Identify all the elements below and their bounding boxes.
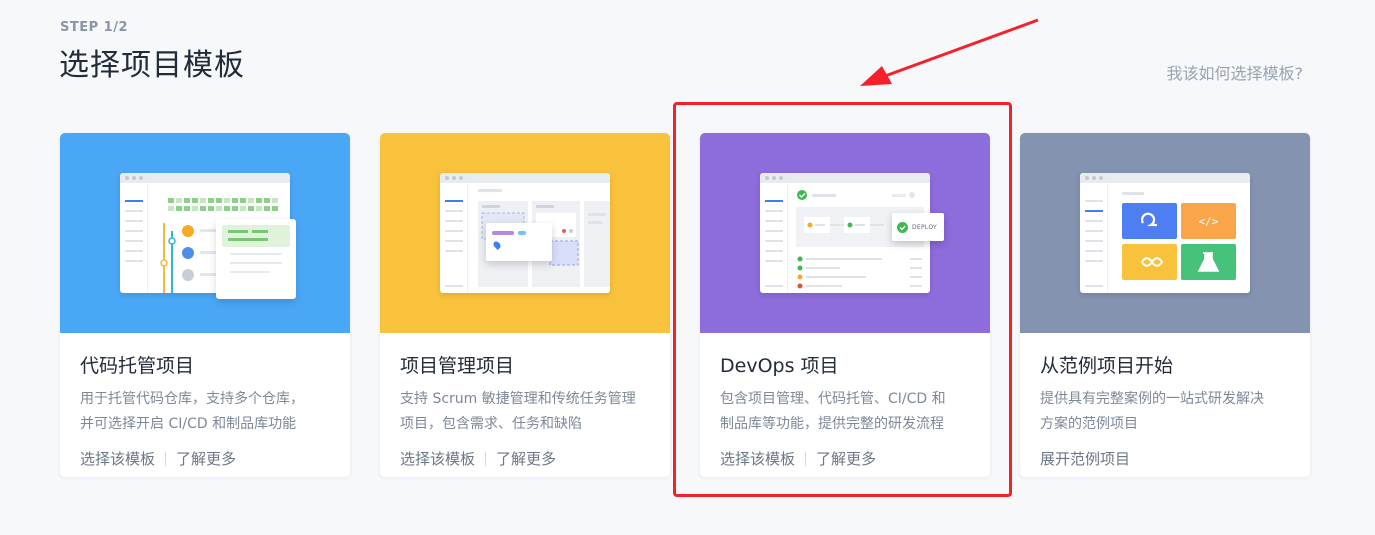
learn-more-link[interactable]: 了解更多 (496, 448, 556, 469)
card-banner-illustration (380, 133, 670, 333)
divider (485, 451, 487, 466)
select-template-button[interactable]: 选择该模板 (80, 448, 155, 469)
card-description: 用于托管代码仓库，支持多个仓库， 并可选择开启 CI/CD 和制品库功能 (80, 391, 304, 432)
svg-text:</>: </> (1199, 215, 1219, 228)
card-title: 从范例项目开始 (1040, 355, 1174, 377)
learn-more-link[interactable]: 了解更多 (816, 448, 876, 469)
page-title: 选择项目模板 (59, 48, 245, 83)
template-card-code-hosting[interactable]: 代码托管项目 用于托管代码仓库，支持多个仓库， 并可选择开启 CI/CD 和制品… (60, 133, 350, 477)
card-title: 项目管理项目 (400, 355, 515, 377)
card-banner-illustration: DEPLOY (700, 133, 990, 333)
expand-examples-link[interactable]: 展开范例项目 (1040, 448, 1130, 469)
template-card-example-project[interactable]: </> 从范例项目开始 提供具有完整案例的一站式研发解决 方案的范例项目 展开范… (1020, 133, 1310, 477)
check-icon (897, 221, 908, 233)
card-title: DevOps 项目 (720, 355, 839, 377)
card-description: 提供具有完整案例的一站式研发解决 方案的范例项目 (1040, 391, 1264, 432)
divider (165, 451, 167, 466)
card-description: 支持 Scrum 敏捷管理和传统任务管理 项目，包含需求、任务和缺陷 (400, 391, 636, 432)
commit-popup-mockup (216, 219, 296, 299)
help-link[interactable]: 我该如何选择模板? (1167, 60, 1304, 84)
card-banner-illustration (60, 133, 350, 333)
step-indicator: STEP 1/2 (60, 20, 129, 35)
card-title: 代码托管项目 (80, 355, 195, 377)
template-card-devops[interactable]: DEPLOY DevOps 项目 包含项目管理、代码托管、CI/CD 和 制品库… (700, 133, 990, 477)
select-template-button[interactable]: 选择该模板 (720, 448, 795, 469)
template-card-project-management[interactable]: 项目管理项目 支持 Scrum 敏捷管理和传统任务管理 项目，包含需求、任务和缺… (380, 133, 670, 477)
card-description: 包含项目管理、代码托管、CI/CD 和 制品库等功能，提供完整的研发流程 (720, 391, 946, 432)
deploy-badge: DEPLOY (892, 213, 944, 241)
divider (805, 451, 807, 466)
window-mockup: </> (1080, 173, 1250, 293)
learn-more-link[interactable]: 了解更多 (176, 448, 236, 469)
card-banner-illustration: </> (1020, 133, 1310, 333)
task-card-mockup (486, 223, 552, 261)
select-template-button[interactable]: 选择该模板 (400, 448, 475, 469)
